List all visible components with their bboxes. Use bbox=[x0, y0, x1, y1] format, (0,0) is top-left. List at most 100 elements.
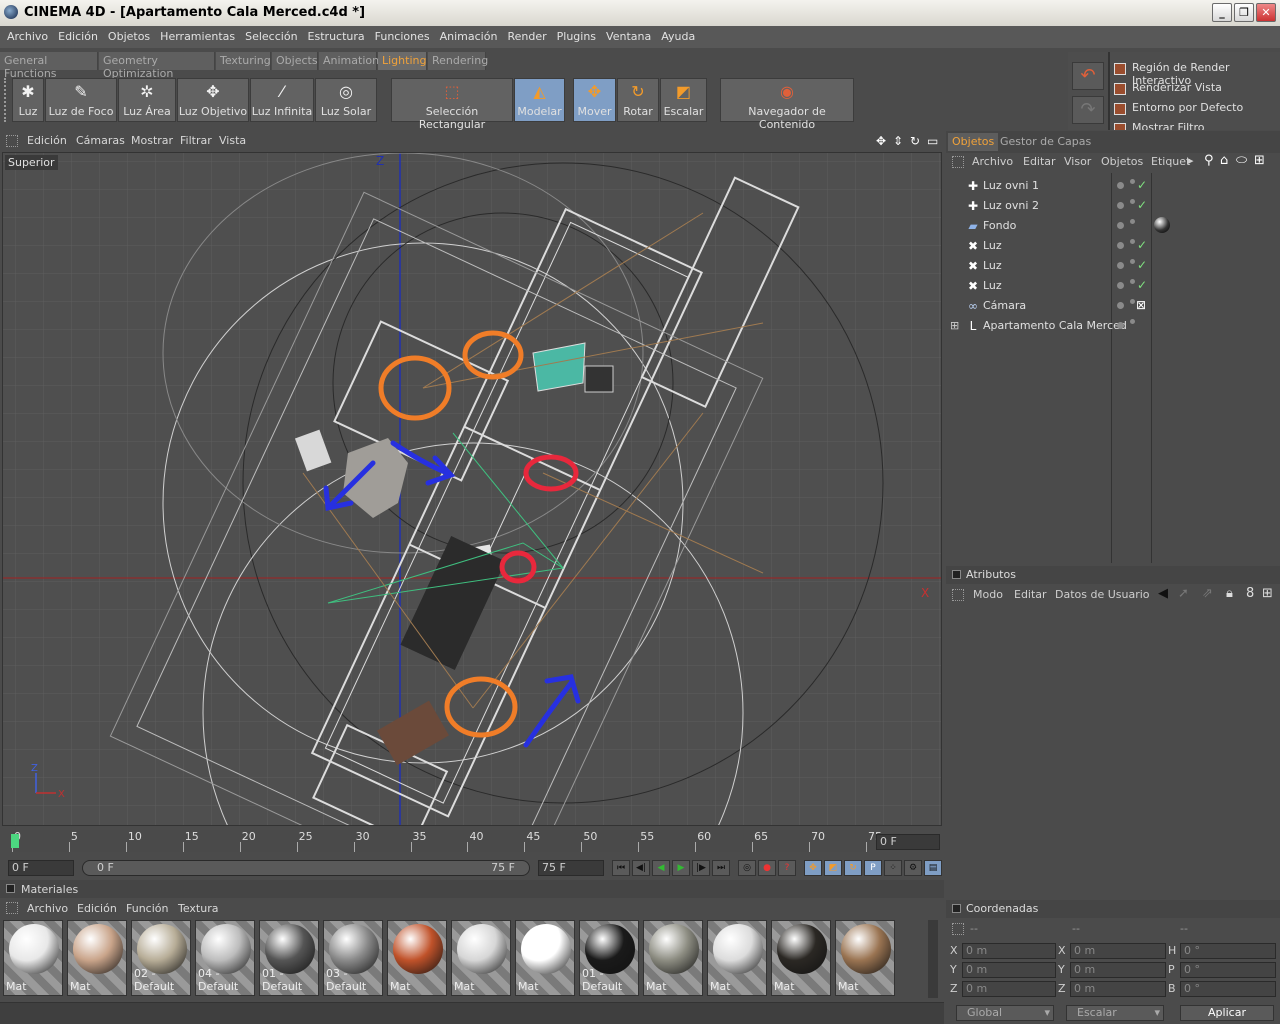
render-visibility-dot[interactable] bbox=[1130, 239, 1135, 244]
target-light-button[interactable]: ✥ Luz Objetivo bbox=[177, 78, 249, 122]
scale-button[interactable]: ◩ Escalar bbox=[660, 78, 707, 122]
home-icon[interactable]: ⌂ bbox=[1220, 153, 1228, 168]
key-rotation-button[interactable]: ↻ bbox=[844, 860, 862, 876]
render-visibility-dot[interactable] bbox=[1130, 319, 1135, 324]
materials-menu-edicion[interactable]: Edición bbox=[77, 902, 117, 915]
enabled-check-icon[interactable]: ✓ bbox=[1137, 238, 1147, 252]
start-frame-field[interactable]: 0 F bbox=[8, 860, 74, 876]
apply-button[interactable]: Aplicar bbox=[1180, 1005, 1274, 1021]
material-swatch[interactable]: Mat bbox=[3, 920, 63, 996]
enabled-check-icon[interactable]: ✓ bbox=[1137, 178, 1147, 192]
lock-icon[interactable]: 🔒︎ bbox=[1226, 586, 1233, 601]
material-swatch[interactable]: 02 - Default bbox=[131, 920, 191, 996]
tab-objetos[interactable]: Objetos bbox=[948, 133, 999, 151]
goto-start-button[interactable]: ⏮ bbox=[612, 860, 630, 876]
scale-mode-select[interactable]: Escalar ▾ bbox=[1066, 1005, 1164, 1021]
rectangle-selection-button[interactable]: ⬚ Selección Rectangular bbox=[391, 78, 513, 131]
anim-settings-button[interactable]: ⚙ bbox=[904, 860, 922, 876]
material-tag-icon[interactable] bbox=[1154, 217, 1170, 233]
tab-texturing[interactable]: Texturing bbox=[216, 52, 271, 70]
play-button[interactable]: ▶ bbox=[672, 860, 690, 876]
new-panel-icon[interactable]: ⊞ bbox=[1254, 153, 1265, 168]
timeline[interactable]: 051015202530354045505560657075 0 F bbox=[0, 828, 944, 858]
view-icon[interactable]: ⬭ bbox=[1236, 153, 1247, 168]
tab-animation[interactable]: Animation bbox=[319, 52, 379, 70]
menu-ventana[interactable]: Ventana bbox=[601, 27, 656, 46]
object-row[interactable]: ✚ Luz ovni 1 ✓ bbox=[950, 176, 1278, 196]
attributes-menu-modo[interactable]: Modo bbox=[973, 588, 1003, 601]
tab-gestor-de-capas[interactable]: Gestor de Capas bbox=[996, 133, 1095, 151]
enabled-check-icon[interactable]: ✓ bbox=[1137, 198, 1147, 212]
coordinate-input[interactable]: 0 m bbox=[962, 962, 1056, 978]
timeline-ruler[interactable]: 051015202530354045505560657075 bbox=[10, 830, 882, 852]
render-view[interactable]: Renderizar Vista bbox=[1110, 81, 1280, 99]
menu-plugins[interactable]: Plugins bbox=[552, 27, 601, 46]
menu-archivo[interactable]: Archivo bbox=[2, 27, 53, 46]
tab-lighting[interactable]: Lighting bbox=[378, 52, 427, 70]
visibility-dot[interactable] bbox=[1117, 322, 1124, 329]
menu-funciones[interactable]: Funciones bbox=[370, 27, 435, 46]
attributes-menu-editar[interactable]: Editar bbox=[1014, 588, 1047, 601]
menu-animacion[interactable]: Animación bbox=[435, 27, 503, 46]
current-frame-field[interactable]: 0 F bbox=[876, 834, 940, 850]
objects-menu-objetos[interactable]: Objetos bbox=[1101, 155, 1143, 168]
undo-button[interactable]: ↶ bbox=[1072, 62, 1104, 90]
rotate-button[interactable]: ↻ Rotar bbox=[617, 78, 659, 122]
link-icon[interactable]: 8 bbox=[1246, 586, 1254, 601]
tab-objects[interactable]: Objects bbox=[272, 52, 318, 70]
menu-seleccion[interactable]: Selección bbox=[240, 27, 302, 46]
materials-menu-funcion[interactable]: Función bbox=[126, 902, 168, 915]
render-visibility-dot[interactable] bbox=[1130, 199, 1135, 204]
sun-light-button[interactable]: ◎ Luz Solar bbox=[315, 78, 377, 122]
render-visibility-dot[interactable] bbox=[1130, 219, 1135, 224]
3d-viewport[interactable]: X Z Z X Superior bbox=[2, 152, 942, 826]
material-swatch[interactable]: 01 - Default bbox=[259, 920, 319, 996]
default-environment[interactable]: Entorno por Defecto bbox=[1110, 101, 1280, 119]
attributes-menu-datos-usuario[interactable]: Datos de Usuario bbox=[1055, 588, 1150, 601]
render-interactive-region[interactable]: Región de Render Interactivo bbox=[1110, 61, 1280, 87]
key-position-button[interactable]: ✥ bbox=[804, 860, 822, 876]
material-swatch[interactable]: Mat bbox=[67, 920, 127, 996]
viewport-menu-mostrar[interactable]: Mostrar bbox=[131, 134, 173, 147]
tab-general-functions[interactable]: General Functions bbox=[0, 52, 98, 80]
objects-menu-archivo[interactable]: Archivo bbox=[972, 155, 1013, 168]
material-swatch[interactable]: 04 - Default bbox=[195, 920, 255, 996]
new-attributes-panel-icon[interactable]: ⊞ bbox=[1262, 586, 1273, 601]
viewport-menu-camaras[interactable]: Cámaras bbox=[76, 134, 125, 147]
material-swatch[interactable]: Mat bbox=[515, 920, 575, 996]
menu-estructura[interactable]: Estructura bbox=[303, 27, 370, 46]
area-light-button[interactable]: ✲ Luz Área bbox=[118, 78, 176, 122]
content-browser-button[interactable]: ◉ Navegador de Contenido bbox=[720, 78, 854, 131]
objects-menu-etiquet[interactable]: Etiquet bbox=[1151, 155, 1190, 168]
visibility-dot[interactable] bbox=[1117, 242, 1124, 249]
coordinate-input[interactable]: 0 ° bbox=[1180, 981, 1276, 997]
viewport-menu-filtrar[interactable]: Filtrar bbox=[180, 134, 212, 147]
object-row[interactable]: ✖ Luz ✓ bbox=[950, 276, 1278, 296]
spotlight-button[interactable]: ✎ Luz de Foco bbox=[45, 78, 117, 122]
render-visibility-dot[interactable] bbox=[1130, 299, 1135, 304]
object-row[interactable]: ⊞ L Apartamento Cala Merced bbox=[950, 316, 1278, 336]
render-visibility-dot[interactable] bbox=[1130, 179, 1135, 184]
end-frame-field[interactable]: 75 F bbox=[538, 860, 604, 876]
objects-menu-editar[interactable]: Editar bbox=[1023, 155, 1056, 168]
enabled-check-icon[interactable]: ✓ bbox=[1137, 258, 1147, 272]
toolbar-grip[interactable] bbox=[4, 78, 10, 122]
viewport-menu-edicion[interactable]: Edición bbox=[27, 134, 67, 147]
visibility-dot[interactable] bbox=[1117, 262, 1124, 269]
objects-menu-visor[interactable]: Visor bbox=[1064, 155, 1091, 168]
material-swatch[interactable]: Mat bbox=[835, 920, 895, 996]
redo-button[interactable]: ↷ bbox=[1072, 96, 1104, 124]
viewport-menu-vista[interactable]: Vista bbox=[219, 134, 246, 147]
material-swatch[interactable]: Mat bbox=[643, 920, 703, 996]
render-visibility-dot[interactable] bbox=[1130, 259, 1135, 264]
menu-edicion[interactable]: Edición bbox=[53, 27, 103, 46]
forward-arrow-icon[interactable]: ➚ bbox=[1178, 586, 1189, 601]
move-button[interactable]: ✥ Mover bbox=[573, 78, 616, 122]
object-row[interactable]: ▰ Fondo bbox=[950, 216, 1278, 236]
coordinate-input[interactable]: 0 m bbox=[1070, 943, 1166, 959]
object-row[interactable]: ∞ Cámara ⊠ bbox=[950, 296, 1278, 316]
visibility-dot[interactable] bbox=[1117, 302, 1124, 309]
material-swatch[interactable]: 03 - Default bbox=[323, 920, 383, 996]
viewport-rotate-icon[interactable]: ↻ bbox=[910, 134, 920, 148]
materials-menu-textura[interactable]: Textura bbox=[178, 902, 218, 915]
